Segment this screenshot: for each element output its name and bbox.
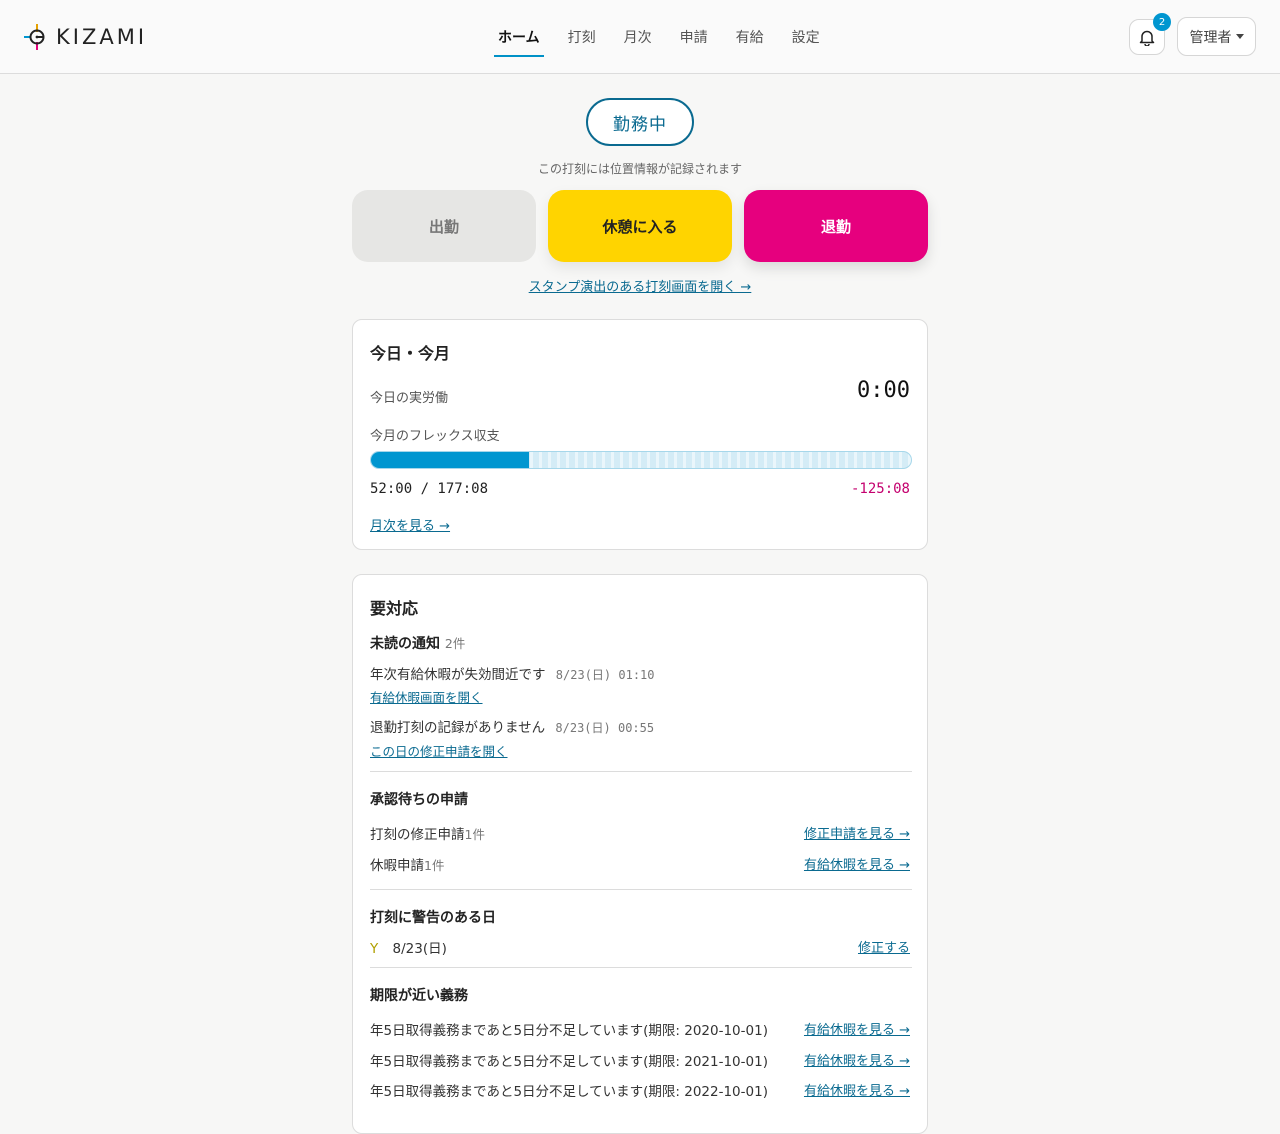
card-title: 要対応 [370,599,419,618]
top-header: KIZAMI ホーム 打刻 月次 申請 有給 設定 2 管理者 [0,0,1280,74]
view-paid-leave-link[interactable]: 有給休暇を見る → [804,854,910,873]
pending-item: 打刻の修正申請1件 [370,823,485,843]
flex-worked-hours: 52:00 / 177:08 [370,481,489,497]
warning-date: 8/23(日) [392,941,447,957]
obligation-item: 年5日取得義務まであと5日分不足しています(期限: 2020-10-01) [370,1023,768,1039]
actual-work-value: 0:00 [857,378,910,403]
nav-paid-leave[interactable]: 有給 [732,0,768,74]
paid-leave-open-link[interactable]: 有給休暇画面を開く [370,687,483,706]
unread-notifications-title: 未読の通知 2件 [370,633,465,653]
obligation-paid-leave-link[interactable]: 有給休暇を見る → [804,1050,910,1069]
divider [370,967,912,968]
user-menu-button[interactable]: 管理者 [1177,17,1256,56]
obligations-title: 期限が近い義務 [370,988,468,1004]
notifications-button[interactable]: 2 [1129,13,1171,55]
fix-warning-link[interactable]: 修正する [858,937,910,956]
today-month-card: 今日・今月 今日の実労働 0:00 今月のフレックス収支 52:00 / 177… [352,319,928,550]
nav-home[interactable]: ホーム [494,0,544,74]
warning-days-title: 打刻に警告のある日 [370,910,496,926]
obligation-paid-leave-link[interactable]: 有給休暇を見る → [804,1080,910,1099]
main-nav: ホーム 打刻 月次 申請 有給 設定 [494,0,844,74]
notification-item: 退勤打刻の記録がありません 8/23(日) 00:55 [370,716,654,736]
work-status-badge: 勤務中 [586,98,694,146]
action-required-card: 要対応 未読の通知 2件 年次有給休暇が失効間近です 8/23(日) 01:10… [352,574,928,1134]
stamp-screen-link[interactable]: スタンプ演出のある打刻画面を開く → [0,276,1280,295]
divider [370,889,912,890]
start-break-button[interactable]: 休憩に入る [548,190,732,262]
flex-progress-bar [370,451,912,469]
pending-count: 1件 [464,827,485,842]
notification-item: 年次有給休暇が失効間近です 8/23(日) 01:10 [370,663,655,683]
pending-count: 1件 [424,858,445,873]
pending-approvals-title: 承認待ちの申請 [370,792,468,808]
nav-monthly[interactable]: 月次 [620,0,656,74]
location-note: この打刻には位置情報が記録されます [537,162,742,176]
obligation-paid-leave-link[interactable]: 有給休暇を見る → [804,1019,910,1038]
logo-mark-icon [24,24,50,50]
clock-in-button[interactable]: 出勤 [352,190,536,262]
view-correction-requests-link[interactable]: 修正申請を見る → [804,823,910,842]
notification-text: 退勤打刻の記録がありません [370,720,546,736]
notification-count-badge: 2 [1153,13,1171,31]
pending-label: 休暇申請 [370,858,424,874]
caret-down-icon [1235,34,1244,39]
flex-balance-value: -125:08 [850,481,910,497]
nav-requests[interactable]: 申請 [676,0,712,74]
actual-work-label: 今日の実労働 [370,391,449,406]
monthly-view-link[interactable]: 月次を見る → [370,515,450,534]
warning-mark: Y [370,941,379,957]
pending-item: 休暇申請1件 [370,854,444,874]
pending-label: 打刻の修正申請 [370,827,465,843]
bell-icon [1139,30,1155,46]
unread-title-text: 未読の通知 [370,636,440,652]
divider [370,771,912,772]
correction-request-open-link[interactable]: この日の修正申請を開く [370,741,508,760]
obligation-item: 年5日取得義務まであと5日分不足しています(期限: 2021-10-01) [370,1054,768,1070]
notification-time: 8/23(日) 00:55 [555,721,655,735]
notification-time: 8/23(日) 01:10 [555,668,655,682]
nav-punch[interactable]: 打刻 [564,0,600,74]
obligation-item: 年5日取得義務まであと5日分不足しています(期限: 2022-10-01) [370,1084,768,1100]
warning-day-item: Y 8/23(日) [370,937,447,957]
card-title: 今日・今月 [370,344,451,363]
unread-count: 2件 [444,636,466,651]
user-menu-label: 管理者 [1189,29,1232,46]
logo-text: KIZAMI [56,25,148,49]
clock-out-button[interactable]: 退勤 [744,190,928,262]
stamp-screen-link-text[interactable]: スタンプ演出のある打刻画面を開く → [529,280,752,295]
flex-balance-label: 今月のフレックス収支 [370,429,500,444]
logo[interactable]: KIZAMI [24,24,147,50]
notification-text: 年次有給休暇が失効間近です [370,667,546,683]
nav-settings[interactable]: 設定 [788,0,824,74]
flex-progress-fill [371,452,530,468]
